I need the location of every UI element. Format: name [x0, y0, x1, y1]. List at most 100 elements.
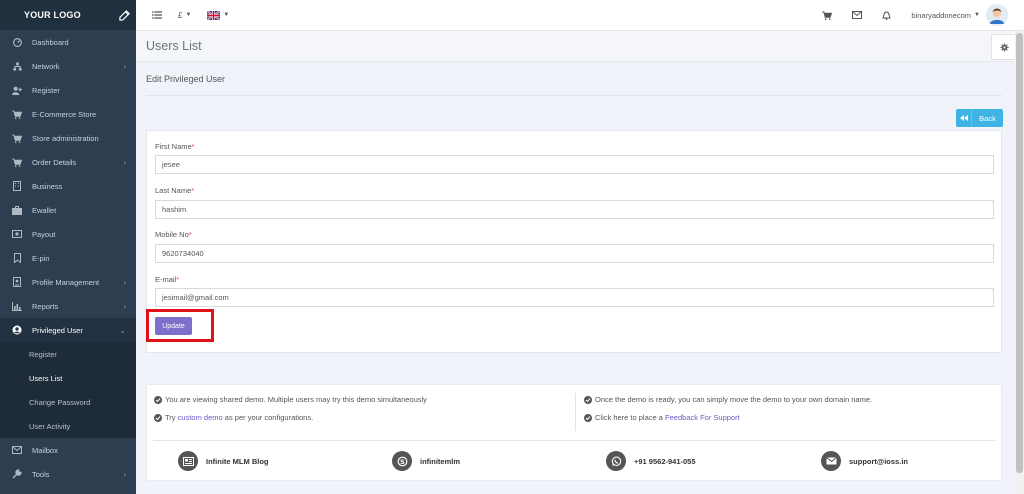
sidebar-item-business[interactable]: Business: [0, 174, 136, 198]
contact-phone[interactable]: +91 9562-941-055: [606, 451, 696, 471]
sidebar-item-ecommerce-store[interactable]: E-Commerce Store: [0, 102, 136, 126]
sidebar-item-label: Privileged User: [32, 325, 83, 335]
settings-button[interactable]: [991, 34, 1017, 60]
topbar: £ ▼ ▼ binaryaddonecom ▼: [136, 0, 1024, 31]
sidebar-item-register[interactable]: Register: [0, 78, 136, 102]
scrollbar[interactable]: [1015, 31, 1024, 494]
required-mark: *: [176, 275, 180, 284]
note-custom-demo: Try custom demo as per your configuratio…: [154, 413, 313, 422]
edit-icon[interactable]: [119, 9, 130, 21]
sidebar-item-ewallet[interactable]: Ewallet: [0, 198, 136, 222]
dashboard-icon: [12, 37, 22, 47]
sidebar-item-privileged-user[interactable]: Privileged User ⌄: [0, 318, 136, 342]
contact-skype[interactable]: S infinitemlm: [392, 451, 460, 471]
submenu-item-user-activity[interactable]: User Activity: [0, 414, 136, 438]
sidebar-item-label: Register: [32, 85, 60, 95]
sidebar-item-label: Network: [32, 61, 60, 71]
bar-chart-icon: [12, 301, 22, 311]
money-icon: [12, 229, 22, 239]
email-label: E-mail*: [155, 275, 179, 284]
mail-icon[interactable]: [852, 11, 863, 19]
sidebar-toggle-icon[interactable]: [152, 11, 162, 19]
sidebar-item-mailbox[interactable]: Mailbox: [0, 438, 136, 462]
note-text: as per your configurations.: [224, 413, 314, 422]
email-label-text: E-mail: [155, 275, 177, 284]
sidebar-item-reports[interactable]: Reports ›: [0, 294, 136, 318]
topbar-left: £ ▼ ▼: [152, 10, 229, 20]
contact-label: infinitemlm: [420, 456, 461, 466]
sidebar-item-epin[interactable]: E-pin: [0, 246, 136, 270]
chevron-right-icon: ›: [123, 301, 126, 311]
uk-flag-icon: [207, 10, 221, 20]
submenu-item-change-password[interactable]: Change Password: [0, 390, 136, 414]
backward-icon: [956, 109, 972, 127]
sidebar-item-label: Mailbox: [32, 445, 58, 455]
sidebar-item-payout[interactable]: Payout: [0, 222, 136, 246]
note-text: Try: [165, 413, 176, 422]
sidebar-item-order-details[interactable]: Order Details ›: [0, 150, 136, 174]
scrollbar-thumb[interactable]: [1016, 33, 1023, 473]
cart-icon[interactable]: [822, 10, 833, 20]
chevron-right-icon: ›: [123, 277, 126, 287]
envelope-icon: [821, 451, 841, 471]
privileged-user-submenu: Register Users List Change Password User…: [0, 342, 136, 438]
sidebar-item-label: Store administration: [32, 133, 99, 143]
sidebar-item-tools[interactable]: Tools ›: [0, 462, 136, 486]
topbar-right: binaryaddonecom ▼: [822, 4, 1008, 26]
currency-symbol: £: [178, 10, 183, 20]
language-dropdown[interactable]: ▼: [207, 10, 229, 20]
back-button-label: Back: [979, 113, 996, 123]
contact-label: Infinite MLM Blog: [206, 456, 269, 466]
sidebar-item-label: Ewallet: [32, 205, 57, 215]
sidebar-item-dashboard[interactable]: Dashboard: [0, 30, 136, 54]
user-plus-icon: [12, 85, 22, 95]
first-name-field[interactable]: [155, 155, 994, 174]
skype-icon: S: [392, 451, 412, 471]
required-mark: *: [191, 186, 195, 195]
cart-icon: [12, 133, 22, 143]
contact-email[interactable]: support@ioss.in: [821, 451, 908, 471]
mobile-label-text: Mobile No: [155, 230, 189, 239]
sidebar-nav: Dashboard Network › Register E-Commerce …: [0, 30, 136, 486]
note-text: Click here to place a: [595, 413, 663, 422]
submenu-item-users-list[interactable]: Users List: [0, 366, 136, 390]
sidebar-item-profile-management[interactable]: Profile Management ›: [0, 270, 136, 294]
page-header: Users List: [136, 31, 1017, 62]
currency-dropdown[interactable]: £ ▼: [178, 11, 191, 20]
sidebar-item-network[interactable]: Network ›: [0, 54, 136, 78]
briefcase-icon: [12, 205, 22, 215]
feedback-link[interactable]: Feedback For Support: [665, 413, 740, 422]
mobile-label: Mobile No*: [155, 230, 192, 239]
back-button[interactable]: Back: [956, 109, 1003, 127]
logo-bar: YOUR LOGO: [0, 0, 136, 30]
mobile-field[interactable]: [155, 244, 994, 263]
bell-icon[interactable]: [882, 10, 892, 20]
note-text: You are viewing shared demo. Multiple us…: [165, 395, 427, 404]
id-card-icon: [12, 277, 22, 287]
sidebar-item-label: Tools: [32, 469, 50, 479]
update-highlight-box: [146, 309, 214, 342]
last-name-field[interactable]: [155, 200, 994, 219]
chevron-right-icon: ›: [123, 469, 126, 479]
gear-icon: [999, 42, 1009, 52]
last-name-label-text: Last Name: [155, 186, 192, 195]
username: binaryaddonecom: [911, 10, 972, 20]
sidebar-item-store-administration[interactable]: Store administration: [0, 126, 136, 150]
sidebar-item-label: E-Commerce Store: [32, 109, 97, 119]
contact-blog[interactable]: Infinite MLM Blog: [178, 451, 269, 471]
custom-demo-link[interactable]: custom demo: [178, 413, 223, 422]
sidebar-item-label: Order Details: [32, 157, 77, 167]
building-icon: [12, 181, 22, 191]
email-field[interactable]: [155, 288, 994, 307]
submenu-item-register[interactable]: Register: [0, 342, 136, 366]
edit-user-form: First Name* Last Name* Mobile No* E-mail…: [146, 130, 1002, 353]
required-mark: *: [191, 142, 195, 151]
check-circle-icon: [584, 413, 592, 422]
user-menu[interactable]: binaryaddonecom ▼: [911, 4, 1008, 26]
sidebar: YOUR LOGO Dashboard Network › Register E…: [0, 0, 136, 494]
sidebar-item-label: Business: [32, 181, 63, 191]
svg-text:S: S: [400, 458, 405, 466]
sidebar-item-label: Profile Management: [32, 277, 100, 287]
chevron-right-icon: ›: [123, 157, 126, 167]
divider: [146, 95, 1002, 96]
